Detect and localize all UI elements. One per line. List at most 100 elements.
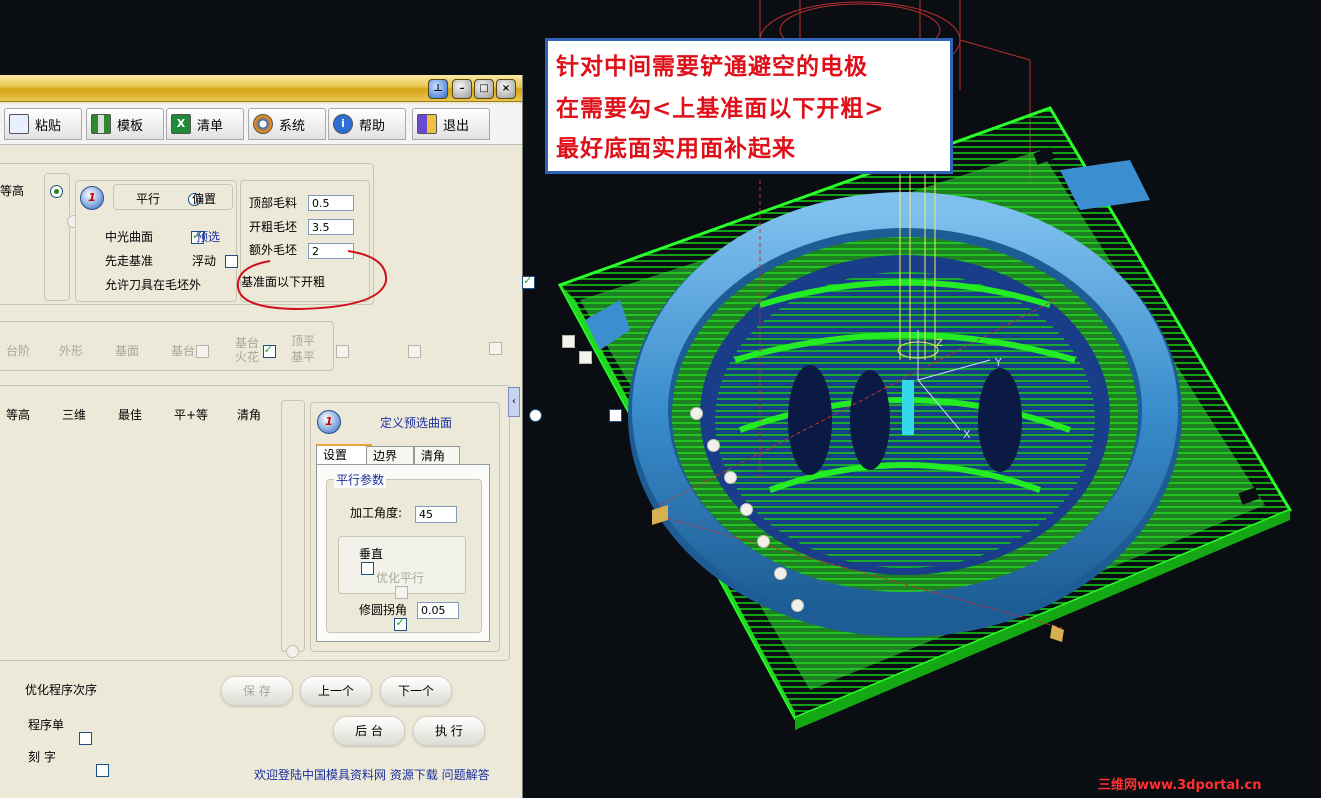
template-icon xyxy=(91,114,111,134)
top-flat-label: 顶平 xyxy=(291,334,316,348)
base-flat-checkbox[interactable] xyxy=(578,351,592,364)
optimize-parallel-label: 优化平行 xyxy=(376,571,425,585)
finishing-selector-1[interactable] xyxy=(689,407,703,420)
excel-list-icon: X xyxy=(171,114,191,134)
paste-label: 粘贴 xyxy=(35,118,62,134)
step-checkbox[interactable] xyxy=(195,345,209,358)
axis-y-label: Y xyxy=(994,356,1002,369)
footer-links[interactable]: 欢迎登陆中国模具资料网 资源下载 问题解答 xyxy=(254,766,490,783)
finishing-selector-6[interactable] xyxy=(774,567,788,580)
help-label: 帮助 xyxy=(359,118,386,134)
system-button[interactable]: 系统 xyxy=(248,108,326,140)
template-label: 模板 xyxy=(117,118,144,134)
clear-corner-checkbox[interactable] xyxy=(609,409,623,422)
finishing-step-badge: 1 xyxy=(317,410,341,434)
optimize-order-label: 优化程序次序 xyxy=(25,683,98,697)
background-button[interactable]: 后 台 xyxy=(333,716,405,746)
annotation-box: 针对中间需要铲通避空的电极 在需要勾<上基准面以下开粗> 最好底面实用面补起来 xyxy=(545,38,953,174)
engrave-checkbox[interactable] xyxy=(96,764,110,777)
vertical-checkbox[interactable] xyxy=(360,562,374,575)
fillet-corner-label: 修圆拐角 xyxy=(359,603,408,617)
next-button[interactable]: 下一个 xyxy=(380,676,452,706)
axis-z-label: Z xyxy=(936,338,943,349)
platform-spark-checkbox[interactable] xyxy=(489,342,503,355)
list-label: 清单 xyxy=(197,118,224,134)
angle-input[interactable]: 45 xyxy=(415,506,457,523)
optimize-parallel-checkbox[interactable] xyxy=(394,586,408,599)
below-base-rough-checkbox[interactable] xyxy=(522,274,536,289)
pin-icon[interactable]: ⊥ xyxy=(428,79,448,99)
tab-boundary[interactable]: 边界 xyxy=(366,446,414,465)
feature-group xyxy=(0,321,334,371)
outline-label: 外形 xyxy=(59,344,84,358)
axis-x-label: X xyxy=(963,428,971,441)
system-label: 系统 xyxy=(279,118,306,134)
preselect-link[interactable]: 预选 xyxy=(196,228,220,245)
watermark: 三维网www.3dportal.cn xyxy=(1098,777,1261,793)
highlight-circle xyxy=(236,250,388,311)
finishing-selector-7[interactable] xyxy=(790,599,804,612)
mode-offset-label: 偏置 xyxy=(192,192,217,206)
rough-stock-label: 开粗毛坯 xyxy=(249,220,298,234)
define-preselect-surface-link[interactable]: 定义预选曲面 xyxy=(380,414,452,431)
top-stock-label: 顶部毛料 xyxy=(249,196,298,210)
help-icon: i xyxy=(333,114,353,134)
minimize-icon[interactable]: – xyxy=(452,79,472,99)
engrave-label: 刻 字 xyxy=(28,750,56,764)
paste-icon xyxy=(9,114,29,134)
annotation-line-3: 最好底面实用面补起来 xyxy=(556,135,796,162)
save-button[interactable]: 保 存 xyxy=(221,676,293,706)
cam-wizard-dialog: ⊥ – □ × 粘贴 模板 X 清单 系统 i 帮助 退出 等高 1 平行 偏置… xyxy=(0,75,804,798)
outline-checkbox[interactable] xyxy=(262,343,276,358)
help-button[interactable]: i 帮助 xyxy=(328,108,406,140)
maximize-icon[interactable]: □ xyxy=(474,79,494,99)
base-surface-checkbox[interactable] xyxy=(335,345,349,358)
base-flat-label: 基平 xyxy=(291,350,316,364)
parallel-params-title: 平行参数 xyxy=(334,471,387,488)
finish-surface-label: 中光曲面 xyxy=(105,230,154,244)
finish-flat-contour-label: 平+等 xyxy=(174,408,209,422)
tab-settings[interactable]: 设置 xyxy=(316,444,372,466)
rough-stock-input[interactable]: 3.5 xyxy=(308,219,354,235)
collapse-arrow-icon[interactable]: ‹ xyxy=(508,387,520,417)
angle-label: 加工角度: xyxy=(350,506,403,520)
annotation-line-2: 在需要勾<上基准面以下开粗> xyxy=(556,95,885,122)
list-button[interactable]: X 清单 xyxy=(166,108,244,140)
tab-clear-corner[interactable]: 清角 xyxy=(414,446,460,465)
exit-button[interactable]: 退出 xyxy=(412,108,490,140)
base-platform-label: 基台 xyxy=(171,344,196,358)
roughing-partial-label: 等高 xyxy=(0,184,25,198)
clear-corner-label: 清角 xyxy=(237,408,262,422)
finish-best-label: 最佳 xyxy=(118,408,143,422)
top-flat-checkbox[interactable] xyxy=(562,335,576,348)
mode-parallel-label: 平行 xyxy=(136,192,161,206)
exit-label: 退出 xyxy=(443,118,470,134)
prev-button[interactable]: 上一个 xyxy=(300,676,372,706)
base-first-label: 先走基准 xyxy=(105,254,154,268)
title-bar[interactable]: ⊥ – □ × xyxy=(0,75,522,102)
toolbar: 粘贴 模板 X 清单 系统 i 帮助 退出 xyxy=(0,104,522,145)
fillet-corner-input[interactable]: 0.05 xyxy=(417,602,459,619)
top-stock-input[interactable]: 0.5 xyxy=(308,195,354,211)
close-icon[interactable]: × xyxy=(496,79,516,99)
base-platform-checkbox[interactable] xyxy=(408,345,422,358)
program-sheet-checkbox[interactable] xyxy=(79,732,93,745)
finishing-selector-8[interactable] xyxy=(286,645,299,658)
paste-button[interactable]: 粘贴 xyxy=(4,108,82,140)
float-label: 浮动 xyxy=(192,254,217,268)
fillet-corner-checkbox[interactable] xyxy=(394,616,408,631)
finish-3d-label: 三维 xyxy=(62,408,87,422)
roughing-selector-1[interactable] xyxy=(50,185,63,198)
base-surface-label: 基面 xyxy=(115,344,140,358)
execute-button[interactable]: 执 行 xyxy=(413,716,485,746)
vertical-label: 垂直 xyxy=(359,547,384,561)
template-button[interactable]: 模板 xyxy=(86,108,164,140)
gear-system-icon xyxy=(253,114,273,134)
finishing-selector-column xyxy=(281,400,305,652)
finish-contour-label: 等高 xyxy=(6,408,31,422)
step-label: 台阶 xyxy=(6,344,31,358)
finishing-selector-2[interactable] xyxy=(706,439,720,452)
exit-door-icon xyxy=(417,114,437,134)
finishing-selector-3[interactable] xyxy=(723,471,737,484)
roughing-step-badge: 1 xyxy=(80,186,104,210)
